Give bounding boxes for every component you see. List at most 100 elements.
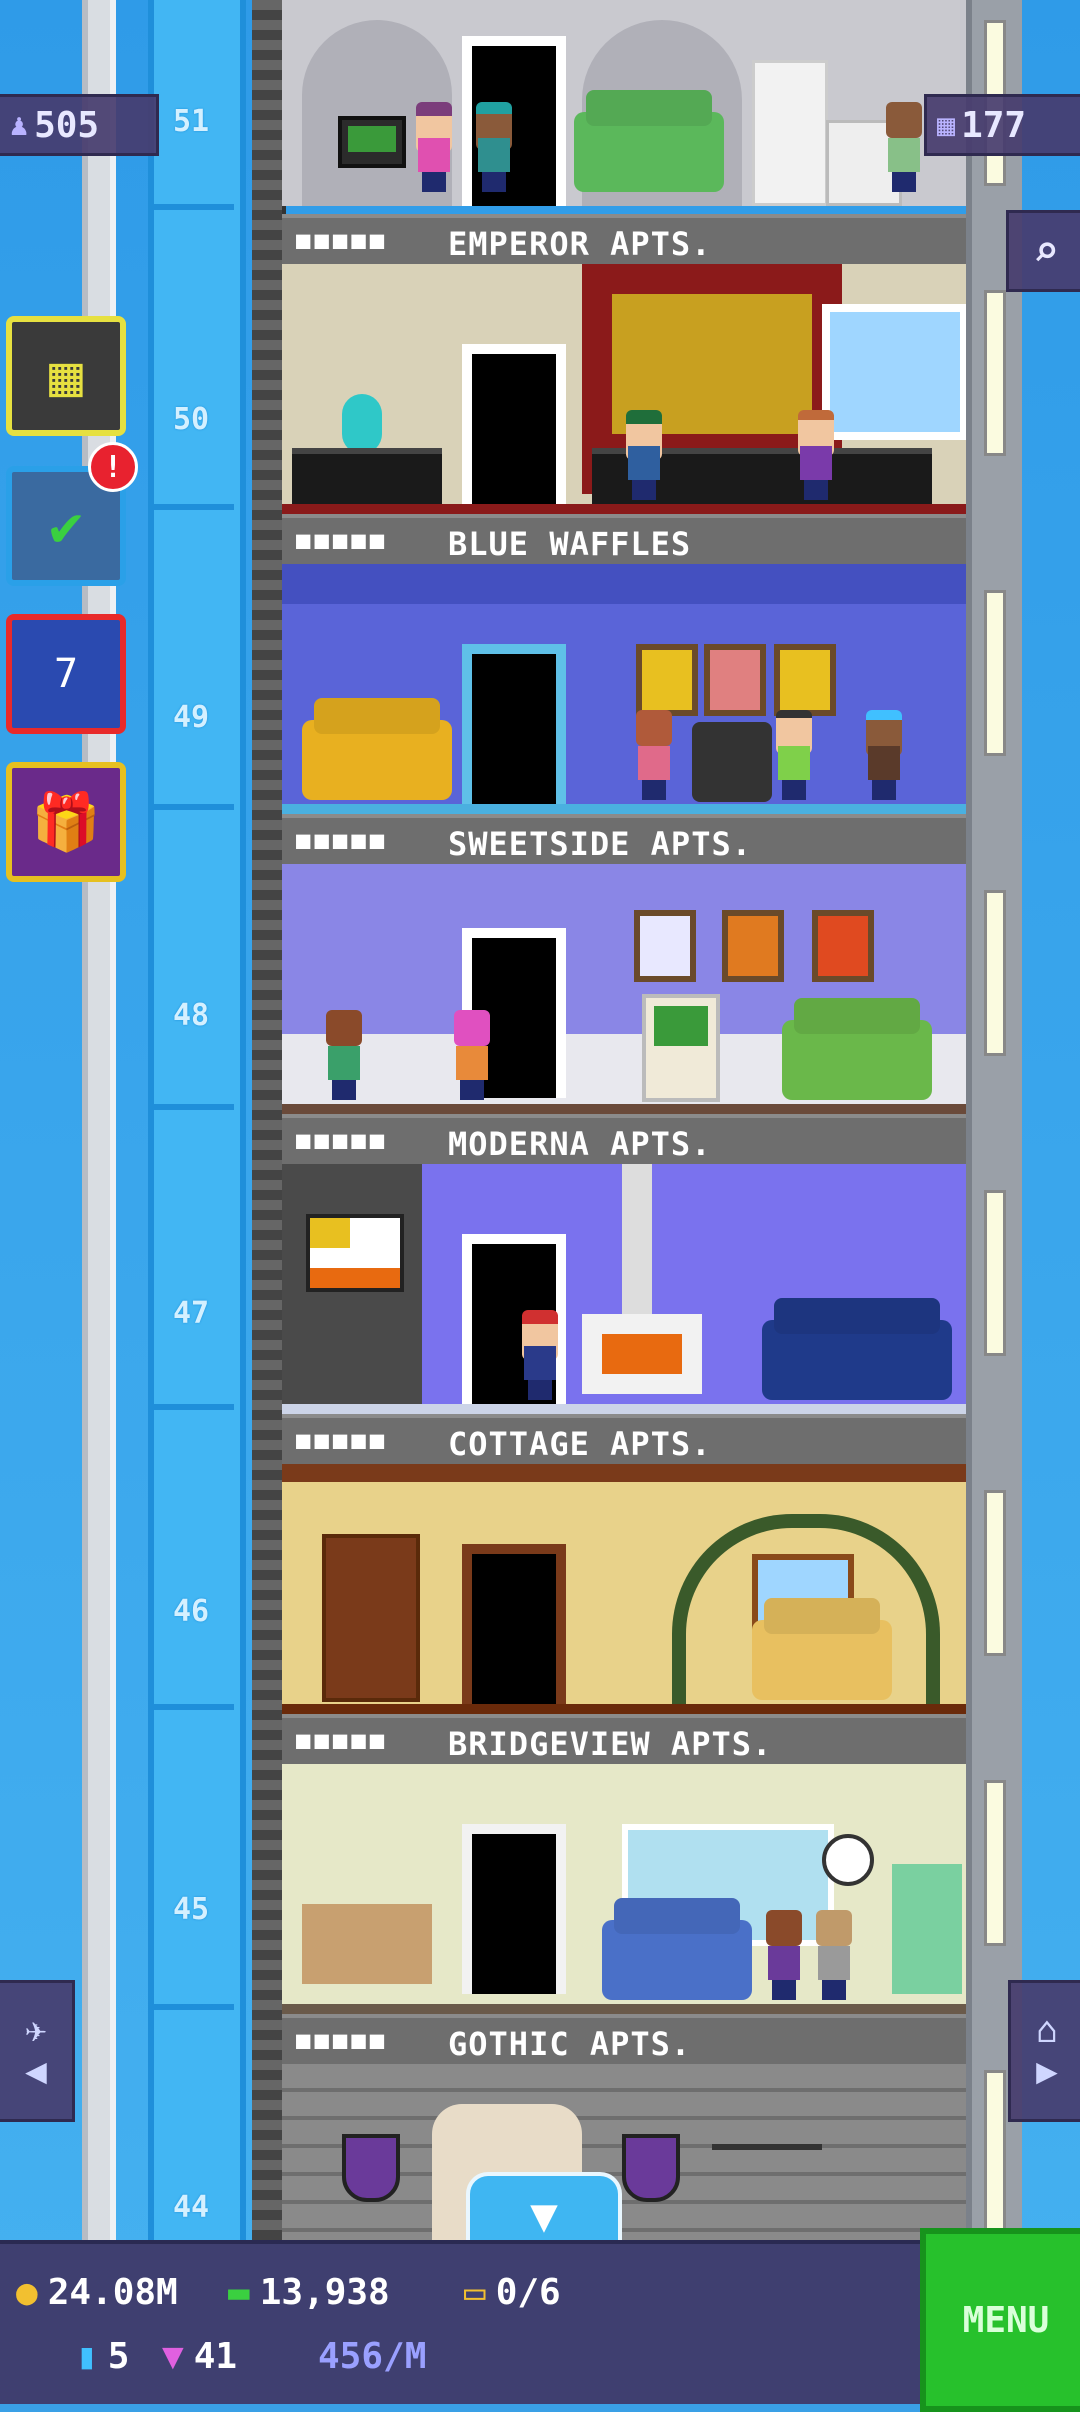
shaft-divider [148, 804, 234, 810]
floor-label-blue-waffles[interactable]: ■■■■■ BLUE WAFFLES [282, 514, 966, 570]
floor-cottage-apts[interactable] [282, 1164, 966, 1414]
apartment-door[interactable] [462, 1544, 566, 1714]
window-strip [984, 590, 1006, 756]
resident[interactable] [322, 1010, 366, 1100]
resident[interactable] [772, 710, 816, 800]
floor-name: COTTAGE APTS. [448, 1425, 712, 1463]
window-strip [984, 2070, 1006, 2236]
floor-emperor-apts[interactable] [282, 0, 966, 206]
floor-blue-waffles[interactable] [282, 264, 966, 514]
retro-computer [642, 994, 720, 1102]
floor-number: 45 [172, 1892, 210, 1927]
income-rate-value: 456/M [318, 2336, 427, 2377]
lobby-nav-button[interactable]: ⌂ ▶ [1008, 1980, 1080, 2122]
floor-label-gothic[interactable]: ■■■■■ GOTHIC APTS. [282, 2014, 966, 2070]
shaft-divider [148, 504, 234, 510]
resident-slots: ■■■■■ [296, 1726, 389, 1754]
resident[interactable] [882, 102, 926, 192]
floor-label-sweetside[interactable]: ■■■■■ SWEETSIDE APTS. [282, 814, 966, 870]
floor-moderna-apts[interactable] [282, 864, 966, 1114]
tower-left-wall [252, 0, 286, 2250]
bux-stat[interactable]: ▬ 13,938 [228, 2272, 390, 2313]
resident[interactable] [794, 410, 838, 500]
calendar-icon: 7 [53, 651, 79, 697]
floor-number: 49 [172, 700, 210, 735]
floor-sweetside-apts[interactable] [282, 564, 966, 814]
resident[interactable] [518, 1310, 562, 1400]
floor-label-cottage[interactable]: ■■■■■ COTTAGE APTS. [282, 1414, 966, 1470]
wall-drip [282, 564, 966, 604]
window-strip [984, 290, 1006, 456]
visitor-nav-button[interactable]: ✈ ◀ [0, 1980, 75, 2122]
build-floor-button[interactable]: ▦ [6, 316, 126, 436]
lobby-items-stat[interactable]: ▮ 5 [76, 2336, 129, 2377]
fridge [752, 60, 828, 206]
floor-label-emperor[interactable]: ■■■■■ EMPEROR APTS. [282, 214, 966, 270]
floor-ground [282, 1704, 966, 1714]
resident-slots: ■■■■■ [296, 2026, 389, 2054]
floor-number: 47 [172, 1296, 210, 1331]
chevron-down-icon: ▼ [530, 2188, 558, 2242]
floor-name: BRIDGEVIEW APTS. [448, 1725, 773, 1763]
coins-stat[interactable]: ● 24.08M [16, 2272, 178, 2313]
checklist-icon: ✔ [49, 493, 83, 559]
calendar-button[interactable]: 7 [6, 614, 126, 734]
bux-icon: ▬ [228, 2272, 250, 2313]
resident[interactable] [450, 1010, 494, 1100]
gift-icon: 🎁 [31, 790, 101, 855]
floor-name: GOTHIC APTS. [448, 2025, 692, 2063]
floor-name: MODERNA APTS. [448, 1125, 712, 1163]
floor-label-moderna[interactable]: ■■■■■ MODERNA APTS. [282, 1114, 966, 1170]
bux-value: 13,938 [259, 2272, 390, 2313]
fridge [892, 1864, 962, 1994]
population-counter[interactable]: ♟ 505 [0, 94, 159, 156]
apartment-door[interactable] [462, 644, 566, 814]
resident[interactable] [412, 102, 456, 192]
arrow-left-icon: ◀ [25, 2051, 47, 2092]
resident[interactable] [632, 710, 676, 800]
wall-portrait [774, 644, 836, 716]
lobby-items-value: 5 [107, 2336, 130, 2377]
floor-name: EMPEROR APTS. [448, 225, 712, 263]
vip-icon: ▼ [162, 2336, 184, 2377]
resident-slots: ■■■■■ [296, 1126, 389, 1154]
resident[interactable] [762, 1910, 806, 2000]
wall-picture [722, 910, 784, 982]
resident-slots: ■■■■■ [296, 1426, 389, 1454]
mondrian-art [306, 1214, 404, 1292]
computer-monitor [338, 116, 406, 168]
apartment-door[interactable] [462, 344, 566, 514]
floor-gothic-interior[interactable] [282, 1764, 966, 2014]
blue-sofa [762, 1320, 952, 1400]
resident[interactable] [472, 102, 516, 192]
window-strip [984, 1780, 1006, 1946]
resident[interactable] [622, 410, 666, 500]
resident[interactable] [862, 710, 906, 800]
shaft-divider [148, 1404, 234, 1410]
vip-stat[interactable]: ▼ 41 [162, 2336, 237, 2377]
income-rate-stat: 456/M [318, 2336, 426, 2377]
shield-decor [342, 2134, 400, 2202]
magnifier-icon: ⌕ [1032, 225, 1060, 277]
search-button[interactable]: ⌕ [1006, 210, 1080, 292]
floor-count-value: 177 [961, 104, 1027, 146]
shaft-divider [148, 2004, 234, 2010]
floor-bridgeview-apts[interactable] [282, 1464, 966, 1714]
floor-label-bridgeview[interactable]: ■■■■■ BRIDGEVIEW APTS. [282, 1714, 966, 1770]
arrow-right-icon: ▶ [1036, 2051, 1058, 2092]
menu-button[interactable]: MENU [920, 2228, 1080, 2412]
person-icon: ✈ [25, 2010, 47, 2051]
floor-ground [282, 504, 966, 514]
person-icon: ♟ [10, 107, 29, 143]
floor-gothic-apts[interactable] [282, 2064, 966, 2244]
home-icon: ⌂ [1036, 2010, 1058, 2051]
floor-counter[interactable]: ▦ 177 [924, 94, 1080, 156]
floor-ground [282, 804, 966, 814]
gift-button[interactable]: 🎁 [6, 762, 126, 882]
tickets-stat[interactable]: ▭ 0/6 [464, 2272, 561, 2313]
bookshelf [322, 1534, 420, 1702]
floor-number: 44 [172, 2190, 210, 2225]
apartment-door[interactable] [462, 1824, 566, 1994]
resident[interactable] [812, 1910, 856, 2000]
wall-portrait [704, 644, 766, 716]
